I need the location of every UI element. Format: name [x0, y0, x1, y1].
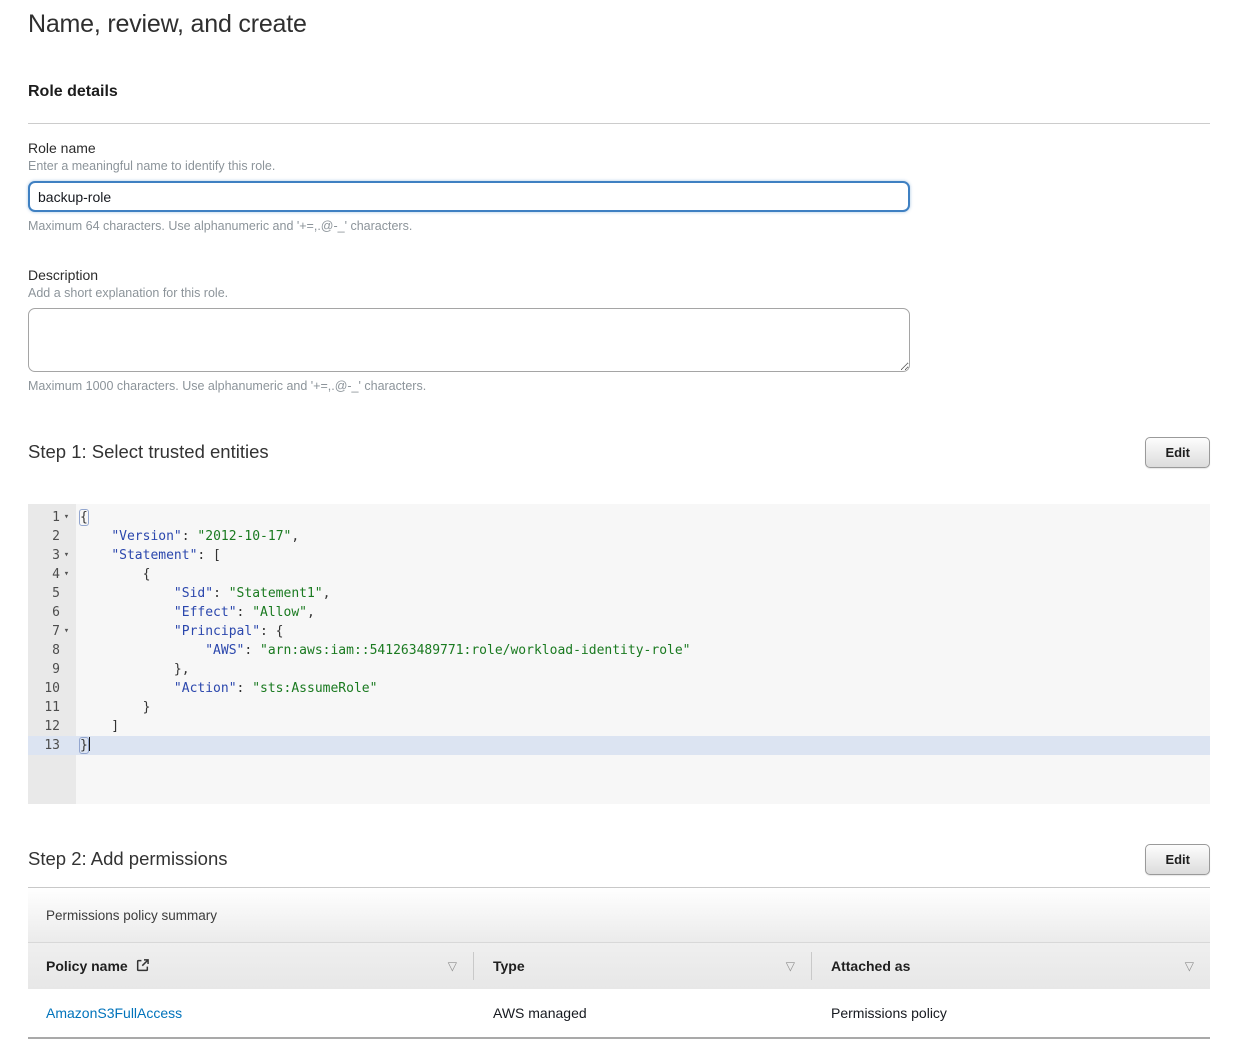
column-label: Attached as: [831, 958, 910, 974]
fold-caret-icon[interactable]: ▾: [60, 508, 73, 527]
line-number: 4▾: [28, 565, 76, 584]
code-line: 2 "Version": "2012-10-17",: [28, 527, 1210, 546]
line-number: 2: [28, 527, 76, 546]
description-textarea[interactable]: [28, 308, 910, 372]
code-line: 12 ]: [28, 717, 1210, 736]
filter-icon[interactable]: ▽: [448, 959, 457, 973]
column-label: Type: [493, 958, 525, 974]
attached-as-cell: Permissions policy: [811, 1005, 1210, 1021]
policy-type-cell: AWS managed: [473, 1005, 811, 1021]
filter-icon[interactable]: ▽: [1185, 959, 1194, 973]
code-line: 1▾{: [28, 508, 1210, 527]
role-details-heading: Role details: [28, 83, 1210, 101]
line-number: 11: [28, 698, 76, 717]
step1-heading: Step 1: Select trusted entities: [28, 437, 269, 463]
fold-caret-icon[interactable]: ▾: [60, 546, 73, 565]
trust-policy-editor[interactable]: 1▾{2 "Version": "2012-10-17",3▾ "Stateme…: [28, 504, 1210, 804]
line-number: 7▾: [28, 622, 76, 641]
policy-name-link[interactable]: AmazonS3FullAccess: [46, 1005, 182, 1021]
line-number: 13: [28, 736, 76, 755]
table-header: Policy name ▽ Type ▽ Attached as ▽: [28, 943, 1210, 989]
role-name-help: Enter a meaningful name to identify this…: [28, 159, 1210, 173]
code-line: 8 "AWS": "arn:aws:iam::541263489771:role…: [28, 641, 1210, 660]
line-number: 8: [28, 641, 76, 660]
column-label: Policy name: [46, 958, 128, 974]
code-line: 10 "Action": "sts:AssumeRole": [28, 679, 1210, 698]
line-number: 6: [28, 603, 76, 622]
column-header-type: Type ▽: [473, 943, 811, 989]
fold-caret-icon[interactable]: ▾: [60, 622, 73, 641]
column-header-attached-as: Attached as ▽: [811, 943, 1210, 989]
line-number: 3▾: [28, 546, 76, 565]
line-number: 10: [28, 679, 76, 698]
line-number: 12: [28, 717, 76, 736]
description-label: Description: [28, 267, 1210, 283]
name-review-create-page: Name, review, and create Role details Ro…: [0, 0, 1242, 1039]
table-body: AmazonS3FullAccess AWS managedPermissions…: [28, 989, 1210, 1039]
code-line: 9 },: [28, 660, 1210, 679]
fold-caret-icon[interactable]: ▾: [60, 565, 73, 584]
external-link-icon: [135, 958, 150, 973]
description-help: Add a short explanation for this role.: [28, 286, 1210, 300]
code-line: 4▾ {: [28, 565, 1210, 584]
description-constraint: Maximum 1000 characters. Use alphanumeri…: [28, 379, 1210, 393]
section-divider: [28, 123, 1210, 124]
column-header-policy-name: Policy name ▽: [28, 943, 473, 989]
code-line: 13}: [28, 736, 1210, 755]
page-title: Name, review, and create: [28, 10, 1210, 39]
line-number: 5: [28, 584, 76, 603]
filter-icon[interactable]: ▽: [786, 959, 795, 973]
permissions-policy-panel: Permissions policy summary Policy name▽T…: [28, 887, 1210, 1039]
role-name-input[interactable]: [28, 181, 910, 212]
code-line: 7▾ "Principal": {: [28, 622, 1210, 641]
step1-header-row: Step 1: Select trusted entities Edit: [28, 437, 1210, 468]
role-name-constraint: Maximum 64 characters. Use alphanumeric …: [28, 219, 1210, 233]
step2-header-row: Step 2: Add permissions Edit: [28, 844, 1210, 875]
code-line: 3▾ "Statement": [: [28, 546, 1210, 565]
policy-table-row: AmazonS3FullAccess AWS managedPermissions…: [28, 989, 1210, 1039]
role-name-field: Role name Enter a meaningful name to ide…: [28, 140, 1210, 233]
step2-edit-button[interactable]: Edit: [1145, 844, 1210, 875]
code-line: 6 "Effect": "Allow",: [28, 603, 1210, 622]
code-lines: 1▾{2 "Version": "2012-10-17",3▾ "Stateme…: [28, 504, 1210, 755]
line-number: 9: [28, 660, 76, 679]
code-line: 11 }: [28, 698, 1210, 717]
step2-heading: Step 2: Add permissions: [28, 844, 228, 870]
role-name-label: Role name: [28, 140, 1210, 156]
description-field: Description Add a short explanation for …: [28, 267, 1210, 393]
panel-title: Permissions policy summary: [46, 908, 217, 923]
code-line: 5 "Sid": "Statement1",: [28, 584, 1210, 603]
line-number: 1▾: [28, 508, 76, 527]
step1-edit-button[interactable]: Edit: [1145, 437, 1210, 468]
text-cursor: [89, 737, 91, 751]
panel-header: Permissions policy summary: [28, 888, 1210, 943]
